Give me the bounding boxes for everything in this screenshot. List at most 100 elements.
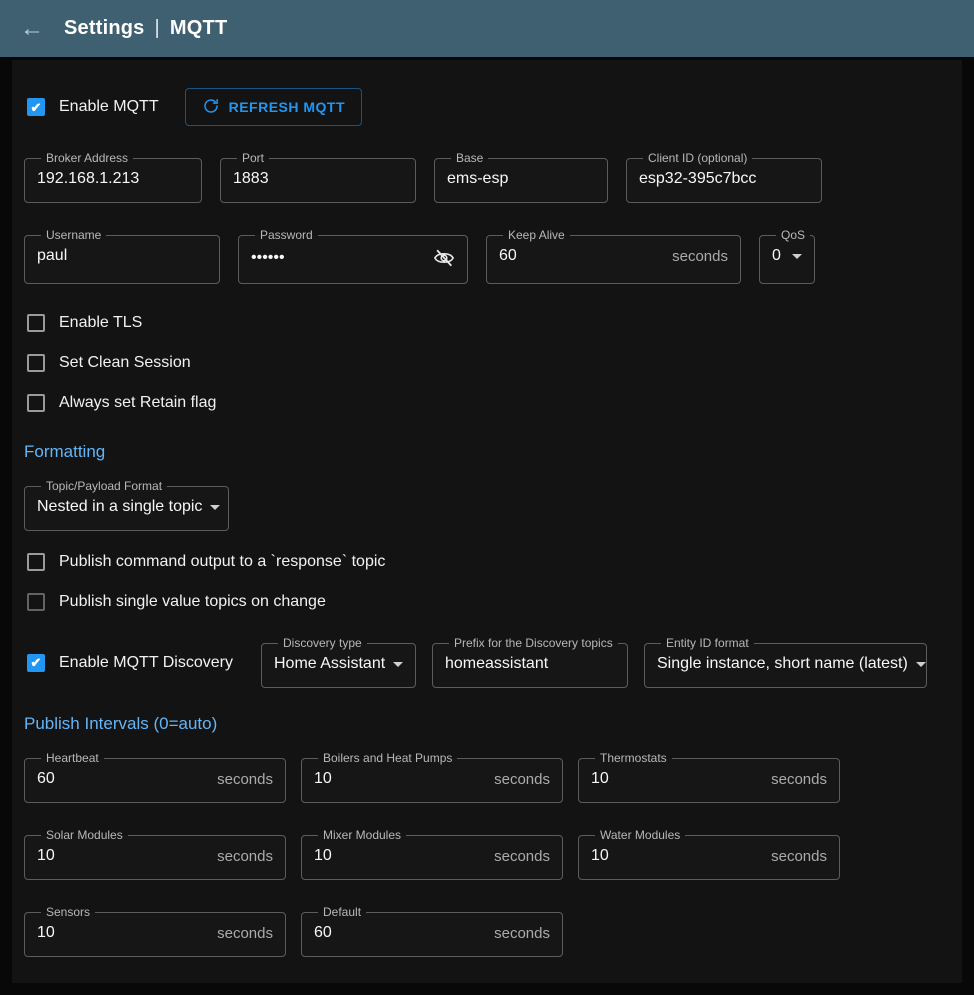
checkbox-label: Publish single value topics on change (59, 593, 326, 611)
checkbox-label: Enable TLS (59, 314, 142, 332)
topic-format-select[interactable]: Topic/Payload Format Nested in a single … (24, 480, 229, 531)
field-label: Thermostats (595, 752, 672, 764)
field-suffix: seconds (494, 848, 550, 865)
field-label: Prefix for the Discovery topics (449, 637, 618, 649)
qos-select[interactable]: QoS 0 (759, 229, 815, 284)
checkbox-label: Always set Retain flag (59, 394, 216, 412)
field-label: Client ID (optional) (643, 152, 752, 164)
connection-row-2: Username paul Password •••••• Keep Alive… (24, 229, 950, 284)
checkbox-icon (27, 354, 45, 372)
field-label: Boilers and Heat Pumps (318, 752, 457, 764)
breadcrumb: Settings | MQTT (64, 17, 227, 40)
checkbox-label: Enable MQTT Discovery (59, 654, 233, 672)
client-id-field[interactable]: Client ID (optional) esp32-395c7bcc (626, 152, 822, 203)
field-label: Broker Address (41, 152, 133, 164)
checkbox-icon (27, 593, 45, 611)
breadcrumb-separator: | (155, 17, 160, 40)
field-value: 10 (591, 770, 609, 788)
chevron-down-icon (792, 254, 802, 259)
formatting-section-title: Formatting (24, 442, 950, 462)
mixer-interval-field[interactable]: Mixer Modules 10 seconds (301, 829, 563, 880)
mqtt-toolbar: Enable MQTT REFRESH MQTT (24, 88, 950, 126)
publish-response-checkbox[interactable]: Publish command output to a `response` t… (24, 543, 950, 581)
field-label: Water Modules (595, 829, 685, 841)
visibility-off-icon[interactable] (433, 247, 455, 269)
enable-mqtt-checkbox[interactable]: Enable MQTT (24, 88, 159, 126)
field-label: Port (237, 152, 269, 164)
field-label: Default (318, 906, 366, 918)
chevron-down-icon (916, 662, 926, 667)
field-suffix: seconds (217, 925, 273, 942)
field-label: Heartbeat (41, 752, 104, 764)
field-value: 60 (37, 770, 55, 788)
breadcrumb-mqtt: MQTT (170, 17, 227, 40)
field-label: QoS (776, 229, 810, 241)
select-value: Nested in a single topic (37, 498, 202, 516)
field-value: 10 (314, 770, 332, 788)
field-label: Username (41, 229, 106, 241)
connection-row-1: Broker Address 192.168.1.213 Port 1883 B… (24, 152, 950, 203)
refresh-icon (202, 97, 220, 118)
sensors-interval-field[interactable]: Sensors 10 seconds (24, 906, 286, 957)
password-field[interactable]: Password •••••• (238, 229, 468, 284)
discovery-row: Enable MQTT Discovery Discovery type Hom… (24, 637, 950, 688)
field-suffix: seconds (217, 771, 273, 788)
field-value: 60 (314, 924, 332, 942)
back-arrow-icon[interactable]: ← (20, 17, 44, 41)
default-interval-field[interactable]: Default 60 seconds (301, 906, 563, 957)
field-value: 10 (314, 847, 332, 865)
field-value: ems-esp (447, 164, 595, 202)
port-field[interactable]: Port 1883 (220, 152, 416, 203)
checkbox-label: Publish command output to a `response` t… (59, 553, 385, 571)
checkbox-icon (27, 98, 45, 116)
field-value: 10 (37, 847, 55, 865)
boilers-interval-field[interactable]: Boilers and Heat Pumps 10 seconds (301, 752, 563, 803)
keep-alive-field[interactable]: Keep Alive 60 seconds (486, 229, 741, 284)
app-header: ← Settings | MQTT (0, 0, 974, 57)
checkbox-icon (27, 553, 45, 571)
retain-flag-checkbox[interactable]: Always set Retain flag (24, 384, 950, 422)
publish-options: Publish command output to a `response` t… (24, 543, 950, 621)
topic-format-row: Topic/Payload Format Nested in a single … (24, 480, 950, 531)
select-value: Home Assistant (274, 655, 385, 673)
water-interval-field[interactable]: Water Modules 10 seconds (578, 829, 840, 880)
field-suffix: seconds (771, 848, 827, 865)
checkbox-label: Set Clean Session (59, 354, 191, 372)
field-suffix: seconds (494, 771, 550, 788)
publish-single-value-checkbox[interactable]: Publish single value topics on change (24, 583, 950, 621)
field-label: Base (451, 152, 488, 164)
field-value: 1883 (233, 164, 403, 202)
username-field[interactable]: Username paul (24, 229, 220, 284)
field-label: Solar Modules (41, 829, 128, 841)
field-value: paul (37, 241, 207, 279)
field-value: 192.168.1.213 (37, 164, 189, 202)
field-suffix: seconds (217, 848, 273, 865)
publish-intervals-grid: Heartbeat 60 seconds Boilers and Heat Pu… (24, 752, 950, 957)
checkbox-icon (27, 394, 45, 412)
field-value: •••••• (251, 249, 285, 267)
solar-interval-field[interactable]: Solar Modules 10 seconds (24, 829, 286, 880)
enable-mqtt-discovery-checkbox[interactable]: Enable MQTT Discovery (24, 654, 245, 672)
field-value: 10 (591, 847, 609, 865)
refresh-mqtt-button[interactable]: REFRESH MQTT (185, 88, 362, 126)
discovery-type-select[interactable]: Discovery type Home Assistant (261, 637, 416, 688)
chevron-down-icon (210, 505, 220, 510)
clean-session-checkbox[interactable]: Set Clean Session (24, 344, 950, 382)
heartbeat-interval-field[interactable]: Heartbeat 60 seconds (24, 752, 286, 803)
checkbox-icon (27, 314, 45, 332)
entity-id-format-select[interactable]: Entity ID format Single instance, short … (644, 637, 927, 688)
field-label: Discovery type (278, 637, 367, 649)
base-field[interactable]: Base ems-esp (434, 152, 608, 203)
discovery-prefix-field[interactable]: Prefix for the Discovery topics homeassi… (432, 637, 628, 688)
enable-tls-checkbox[interactable]: Enable TLS (24, 304, 950, 342)
publish-intervals-section-title: Publish Intervals (0=auto) (24, 714, 950, 734)
breadcrumb-settings[interactable]: Settings (64, 17, 145, 40)
refresh-button-label: REFRESH MQTT (229, 99, 345, 115)
thermostats-interval-field[interactable]: Thermostats 10 seconds (578, 752, 840, 803)
field-value: esp32-395c7bcc (639, 164, 809, 202)
broker-address-field[interactable]: Broker Address 192.168.1.213 (24, 152, 202, 203)
field-label: Keep Alive (503, 229, 570, 241)
checkbox-label: Enable MQTT (59, 98, 159, 116)
select-value: Single instance, short name (latest) (657, 655, 908, 673)
connection-options: Enable TLS Set Clean Session Always set … (24, 304, 950, 422)
